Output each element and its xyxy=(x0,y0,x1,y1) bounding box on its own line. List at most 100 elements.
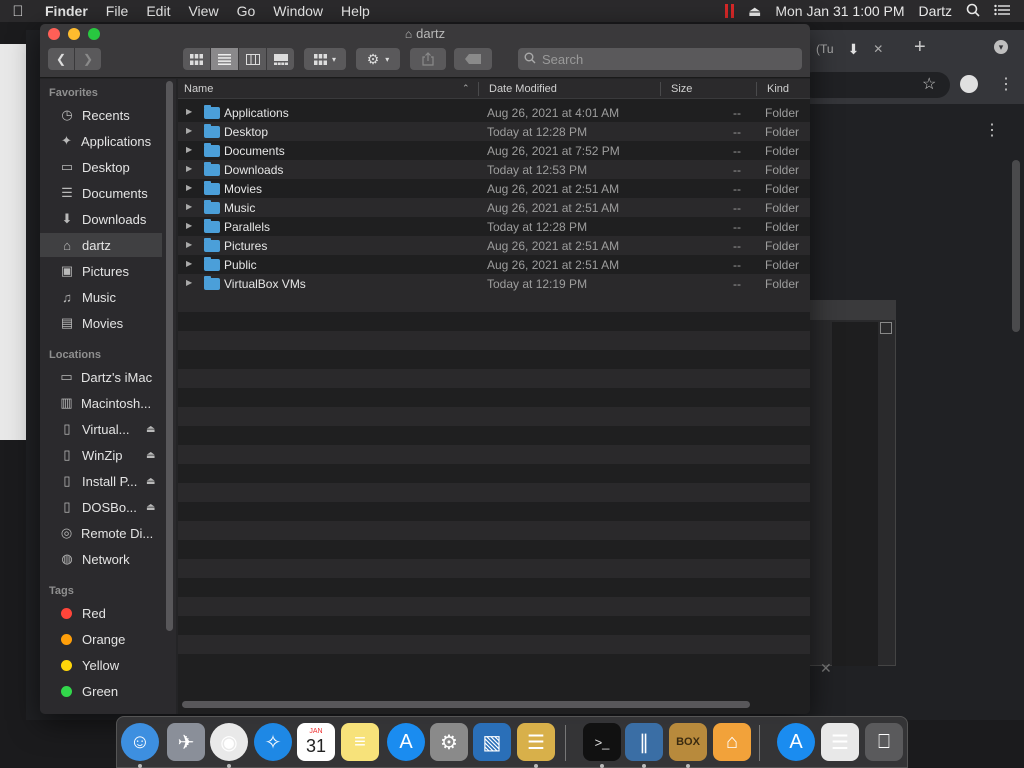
menu-view[interactable]: View xyxy=(179,0,227,22)
gear-icon[interactable]: ⚙ xyxy=(430,723,468,761)
title-bar[interactable]: ⌂ dartz ❮ ❯ ▾ ⚙ ▾ xyxy=(40,24,810,78)
notes-icon[interactable]: ≡ xyxy=(341,723,379,761)
download-icon[interactable]: ⬇ xyxy=(848,41,860,58)
group-by-button[interactable]: ▾ xyxy=(304,48,346,70)
column-header-name[interactable]: Name xyxy=(184,83,213,95)
virtualbox-icon[interactable]: ▧ xyxy=(473,723,511,761)
sidebar-item-applications[interactable]: ✦ Applications xyxy=(40,129,162,153)
chrome-icon[interactable]: ◉ xyxy=(210,723,248,761)
back-button[interactable]: ❮ xyxy=(48,48,74,70)
sidebar-item-network[interactable]: ◍ Network xyxy=(40,547,162,571)
sidebar-item-movies[interactable]: ▤ Movies xyxy=(40,311,162,335)
profile-avatar-icon[interactable] xyxy=(960,75,978,93)
table-row[interactable]: ▶ VirtualBox VMs Today at 12:19 PM -- Folder xyxy=(178,274,810,293)
calendar-icon[interactable]: JAN 31 xyxy=(297,723,335,761)
menu-help[interactable]: Help xyxy=(332,0,379,22)
table-row[interactable]: ▶ Public Aug 26, 2021 at 2:51 AM -- Folder xyxy=(178,255,810,274)
eject-icon[interactable]: ⏏ xyxy=(146,476,155,487)
gallery-view-button[interactable] xyxy=(267,48,294,70)
disclosure-triangle-icon[interactable]: ▶ xyxy=(186,221,192,230)
menu-file[interactable]: File xyxy=(97,0,138,22)
page-menu-icon[interactable]: ⋮ xyxy=(984,120,1000,140)
table-row[interactable]: ▶ Desktop Today at 12:28 PM -- Folder xyxy=(178,122,810,141)
action-button[interactable]: ⚙ ▾ xyxy=(356,48,400,70)
sidebar-item-macintosh-hd[interactable]: ▥ Macintosh... xyxy=(40,391,162,415)
forward-button[interactable]: ❯ xyxy=(75,48,101,70)
column-header-size[interactable]: Size xyxy=(671,83,692,95)
menu-window[interactable]: Window xyxy=(264,0,332,22)
table-row[interactable]: ▶ Movies Aug 26, 2021 at 2:51 AM -- Folder xyxy=(178,179,810,198)
bookmark-star-icon[interactable]: ☆ xyxy=(922,74,936,94)
eject-menu-icon[interactable]: ⏏ xyxy=(748,3,761,20)
sidebar-item-music[interactable]: ♫ Music xyxy=(40,285,162,309)
finder-icon[interactable]: ☺ xyxy=(121,723,159,761)
disclosure-triangle-icon[interactable]: ▶ xyxy=(186,240,192,249)
clock[interactable]: Mon Jan 31 1:00 PM xyxy=(775,3,904,19)
disclosure-triangle-icon[interactable]: ▶ xyxy=(186,107,192,116)
sidebar-item-pictures[interactable]: ▣ Pictures xyxy=(40,259,162,283)
eject-icon[interactable]: ⏏ xyxy=(146,502,155,513)
sidebar-tag-orange[interactable]: Orange xyxy=(40,627,162,651)
table-row[interactable]: ▶ Parallels Today at 12:28 PM -- Folder xyxy=(178,217,810,236)
disclosure-triangle-icon[interactable]: ▶ xyxy=(186,278,192,287)
disclosure-triangle-icon[interactable]: ▶ xyxy=(186,164,192,173)
horizontal-scrollbar[interactable] xyxy=(182,701,750,708)
sidebar-item-remote-disc[interactable]: ◎ Remote Di... xyxy=(40,521,162,545)
table-row[interactable]: ▶ Applications Aug 26, 2021 at 4:01 AM -- Fo… xyxy=(178,103,810,122)
sidebar-tag-yellow[interactable]: Yellow xyxy=(40,653,162,677)
share-button[interactable] xyxy=(410,48,446,70)
eject-icon[interactable]: ⏏ xyxy=(146,450,155,461)
list-view-button[interactable] xyxy=(211,48,238,70)
app-store-icon[interactable]: A xyxy=(777,723,815,761)
parallels-icon[interactable]: ∥ xyxy=(625,723,663,761)
close-tab-icon[interactable]: ✕ xyxy=(873,42,883,56)
table-row[interactable]: ▶ Music Aug 26, 2021 at 2:51 AM -- Folder xyxy=(178,198,810,217)
panel-menu-icon[interactable] xyxy=(880,322,892,334)
parallels-status-icon[interactable] xyxy=(725,4,735,18)
chrome-scrollbar[interactable] xyxy=(1012,160,1020,332)
sidebar-item-dartz[interactable]: ⌂ dartz xyxy=(40,233,162,257)
icon-view-button[interactable] xyxy=(183,48,210,70)
disclosure-triangle-icon[interactable]: ▶ xyxy=(186,183,192,192)
home-icon[interactable]: ⌂ xyxy=(713,723,751,761)
sidebar-item-desktop[interactable]: ▭ Desktop xyxy=(40,155,162,179)
apple-menu-icon[interactable]:  xyxy=(0,3,36,20)
menu-finder[interactable]: Finder xyxy=(36,0,97,22)
sidebar-tag-red[interactable]: Red xyxy=(40,601,162,625)
sidebar-item-downloads[interactable]: ⬇ Downloads xyxy=(40,207,162,231)
sidebar-item-documents[interactable]: ☰ Documents xyxy=(40,181,162,205)
search-input[interactable] xyxy=(542,51,782,67)
sidebar-item-winzip[interactable]: ▯ WinZip ⏏ xyxy=(40,443,162,467)
column-view-button[interactable] xyxy=(239,48,266,70)
terminal-icon[interactable]: >_ xyxy=(583,723,621,761)
disclosure-triangle-icon[interactable]: ▶ xyxy=(186,202,192,211)
sidebar-item-recents[interactable]: ◷ Recents xyxy=(40,103,162,127)
dosbox-icon[interactable]: BOX xyxy=(669,723,707,761)
sidebar-item-virtual[interactable]: ▯ Virtual... ⏏ xyxy=(40,417,162,441)
menu-go[interactable]: Go xyxy=(228,0,265,22)
table-row[interactable]: ▶ Documents Aug 26, 2021 at 7:52 PM -- Folde… xyxy=(178,141,810,160)
new-tab-icon[interactable]: + xyxy=(914,36,926,59)
column-divider[interactable] xyxy=(660,82,661,96)
compass-icon[interactable]: ✧ xyxy=(254,723,292,761)
sidebar-item-install[interactable]: ▯ Install P... ⏏ xyxy=(40,469,162,493)
sidebar-item-imac[interactable]: ▭ Dartz's iMac xyxy=(40,365,162,389)
disclosure-triangle-icon[interactable]: ▶ xyxy=(186,259,192,268)
column-header-kind[interactable]: Kind xyxy=(767,83,789,95)
eject-icon[interactable]: ⏏ xyxy=(146,424,155,435)
search-field[interactable] xyxy=(518,48,802,70)
column-header-date[interactable]: Date Modified xyxy=(489,83,557,95)
table-row[interactable]: ▶ Pictures Aug 26, 2021 at 2:51 AM -- Folder xyxy=(178,236,810,255)
trash-icon[interactable]: ⎕ xyxy=(865,723,903,761)
spotlight-search-icon[interactable] xyxy=(966,3,980,20)
sidebar-tag-green[interactable]: Green xyxy=(40,679,162,703)
app-store-icon[interactable]: A xyxy=(387,723,425,761)
sidebar-item-dosbox[interactable]: ▯ DOSBo... ⏏ xyxy=(40,495,162,519)
close-icon[interactable]: ✕ xyxy=(820,660,832,677)
column-divider[interactable] xyxy=(478,82,479,96)
tags-button[interactable] xyxy=(454,48,492,70)
rocket-icon[interactable]: ✈ xyxy=(167,723,205,761)
notification-center-icon[interactable] xyxy=(994,3,1010,19)
disclosure-triangle-icon[interactable]: ▶ xyxy=(186,145,192,154)
document-icon[interactable]: ☰ xyxy=(821,723,859,761)
